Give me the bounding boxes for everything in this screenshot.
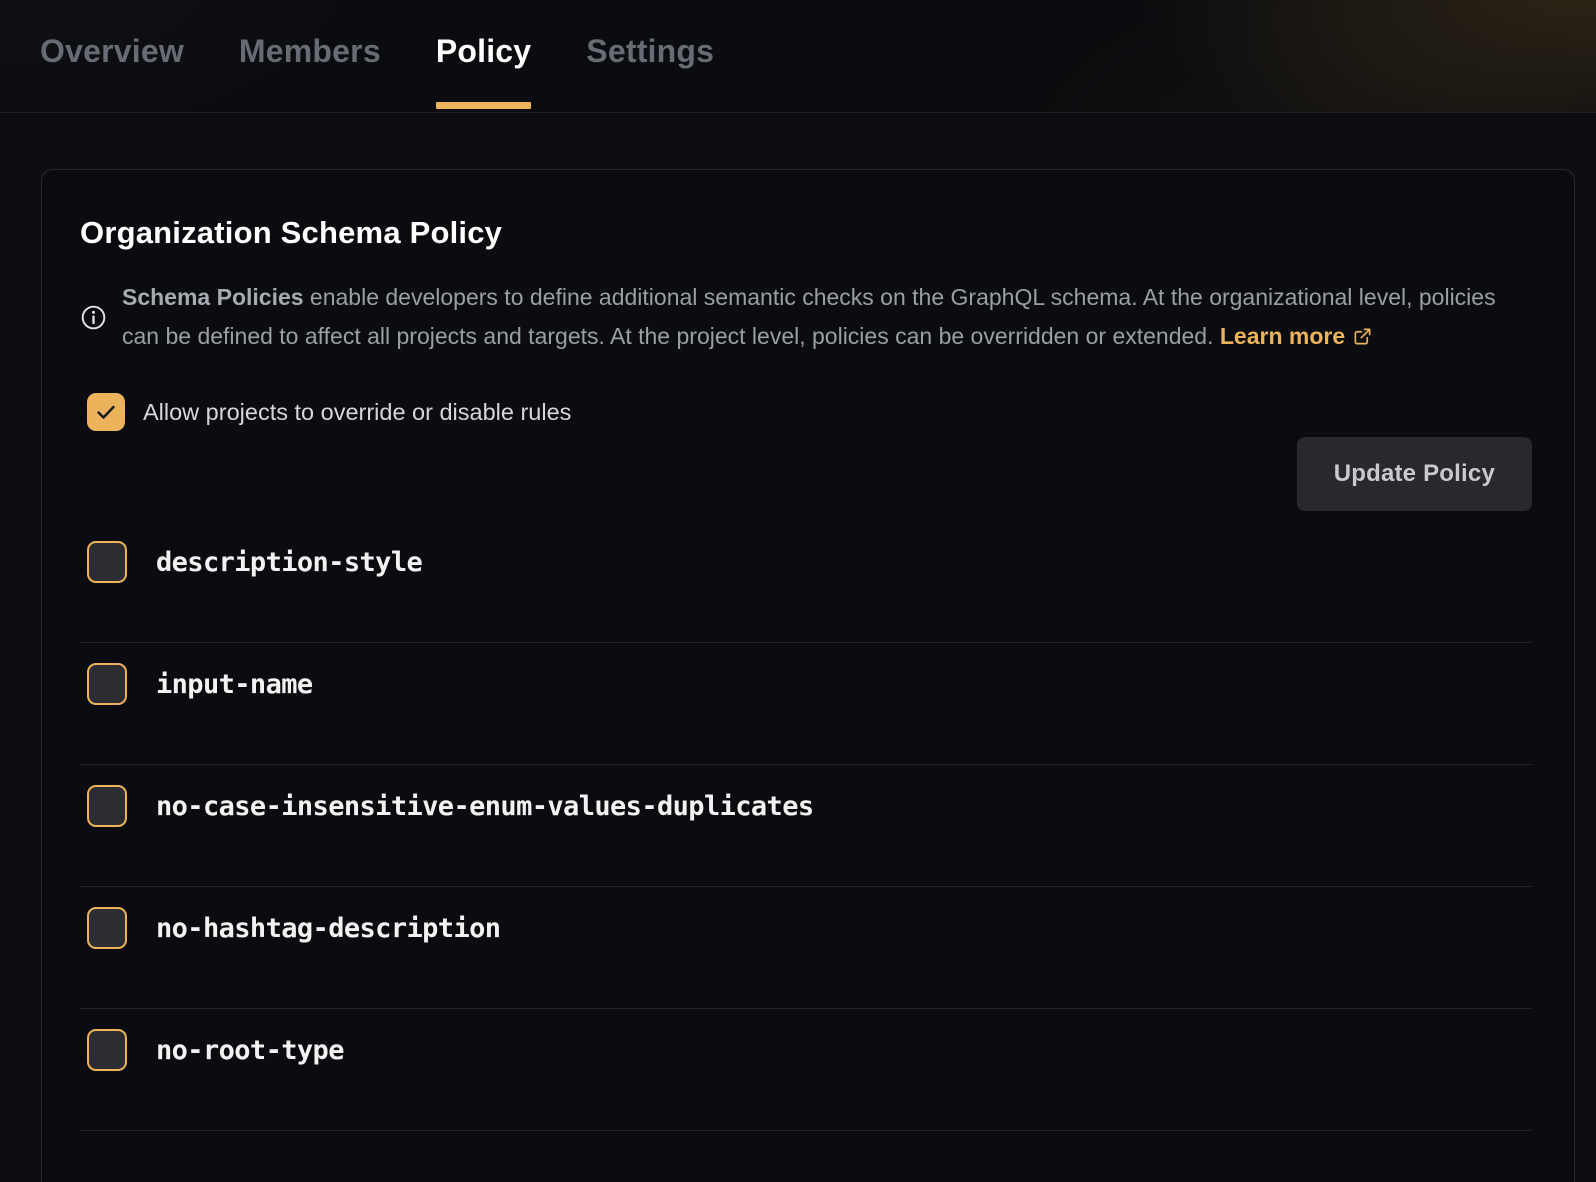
update-policy-button[interactable]: Update Policy — [1297, 437, 1532, 511]
button-row: Update Policy — [80, 437, 1532, 511]
rule-checkbox-description-style[interactable] — [87, 541, 127, 583]
tab-label: Members — [239, 33, 381, 70]
tab-settings[interactable]: Settings — [586, 0, 714, 112]
learn-more-link[interactable]: Learn more — [1220, 323, 1372, 349]
tab-policy[interactable]: Policy — [436, 0, 531, 112]
policy-description-row: Schema Policies enable developers to def… — [80, 278, 1532, 356]
rule-row: no-case-insensitive-enum-values-duplicat… — [80, 765, 1532, 887]
check-icon — [94, 400, 118, 424]
page-title: Organization Schema Policy — [80, 214, 1532, 251]
tab-bar: Overview Members Policy Settings — [0, 0, 1596, 113]
rule-row: input-name — [80, 643, 1532, 765]
tab-label: Policy — [436, 33, 531, 70]
external-link-icon[interactable] — [1353, 327, 1372, 346]
rule-checkbox-no-case-insensitive-enum-values-duplicates[interactable] — [87, 785, 127, 827]
tab-label: Settings — [586, 33, 714, 70]
rule-row: no-hashtag-description — [80, 887, 1532, 1009]
policy-description: Schema Policies enable developers to def… — [122, 278, 1502, 356]
tab-label: Overview — [40, 33, 184, 70]
allow-override-row: Allow projects to override or disable ru… — [87, 393, 1532, 431]
tab-members[interactable]: Members — [239, 0, 381, 112]
rule-row: no-root-type — [80, 1009, 1532, 1131]
rule-name: input-name — [156, 669, 313, 700]
rule-name: no-root-type — [156, 1035, 344, 1066]
rule-checkbox-no-root-type[interactable] — [87, 1029, 127, 1071]
rule-name: description-style — [156, 547, 422, 578]
allow-override-label: Allow projects to override or disable ru… — [143, 399, 571, 426]
rule-checkbox-no-hashtag-description[interactable] — [87, 907, 127, 949]
policy-card: Organization Schema Policy Schema Polici… — [41, 169, 1575, 1182]
info-circle-icon — [80, 304, 107, 331]
description-lead: Schema Policies — [122, 284, 304, 310]
rule-name: no-case-insensitive-enum-values-duplicat… — [156, 791, 814, 822]
allow-override-checkbox[interactable] — [87, 393, 125, 431]
rule-checkbox-input-name[interactable] — [87, 663, 127, 705]
rules-list: description-style input-name no-case-ins… — [80, 521, 1532, 1131]
tab-overview[interactable]: Overview — [40, 0, 184, 112]
rule-name: no-hashtag-description — [156, 913, 500, 944]
rule-row: description-style — [80, 521, 1532, 643]
